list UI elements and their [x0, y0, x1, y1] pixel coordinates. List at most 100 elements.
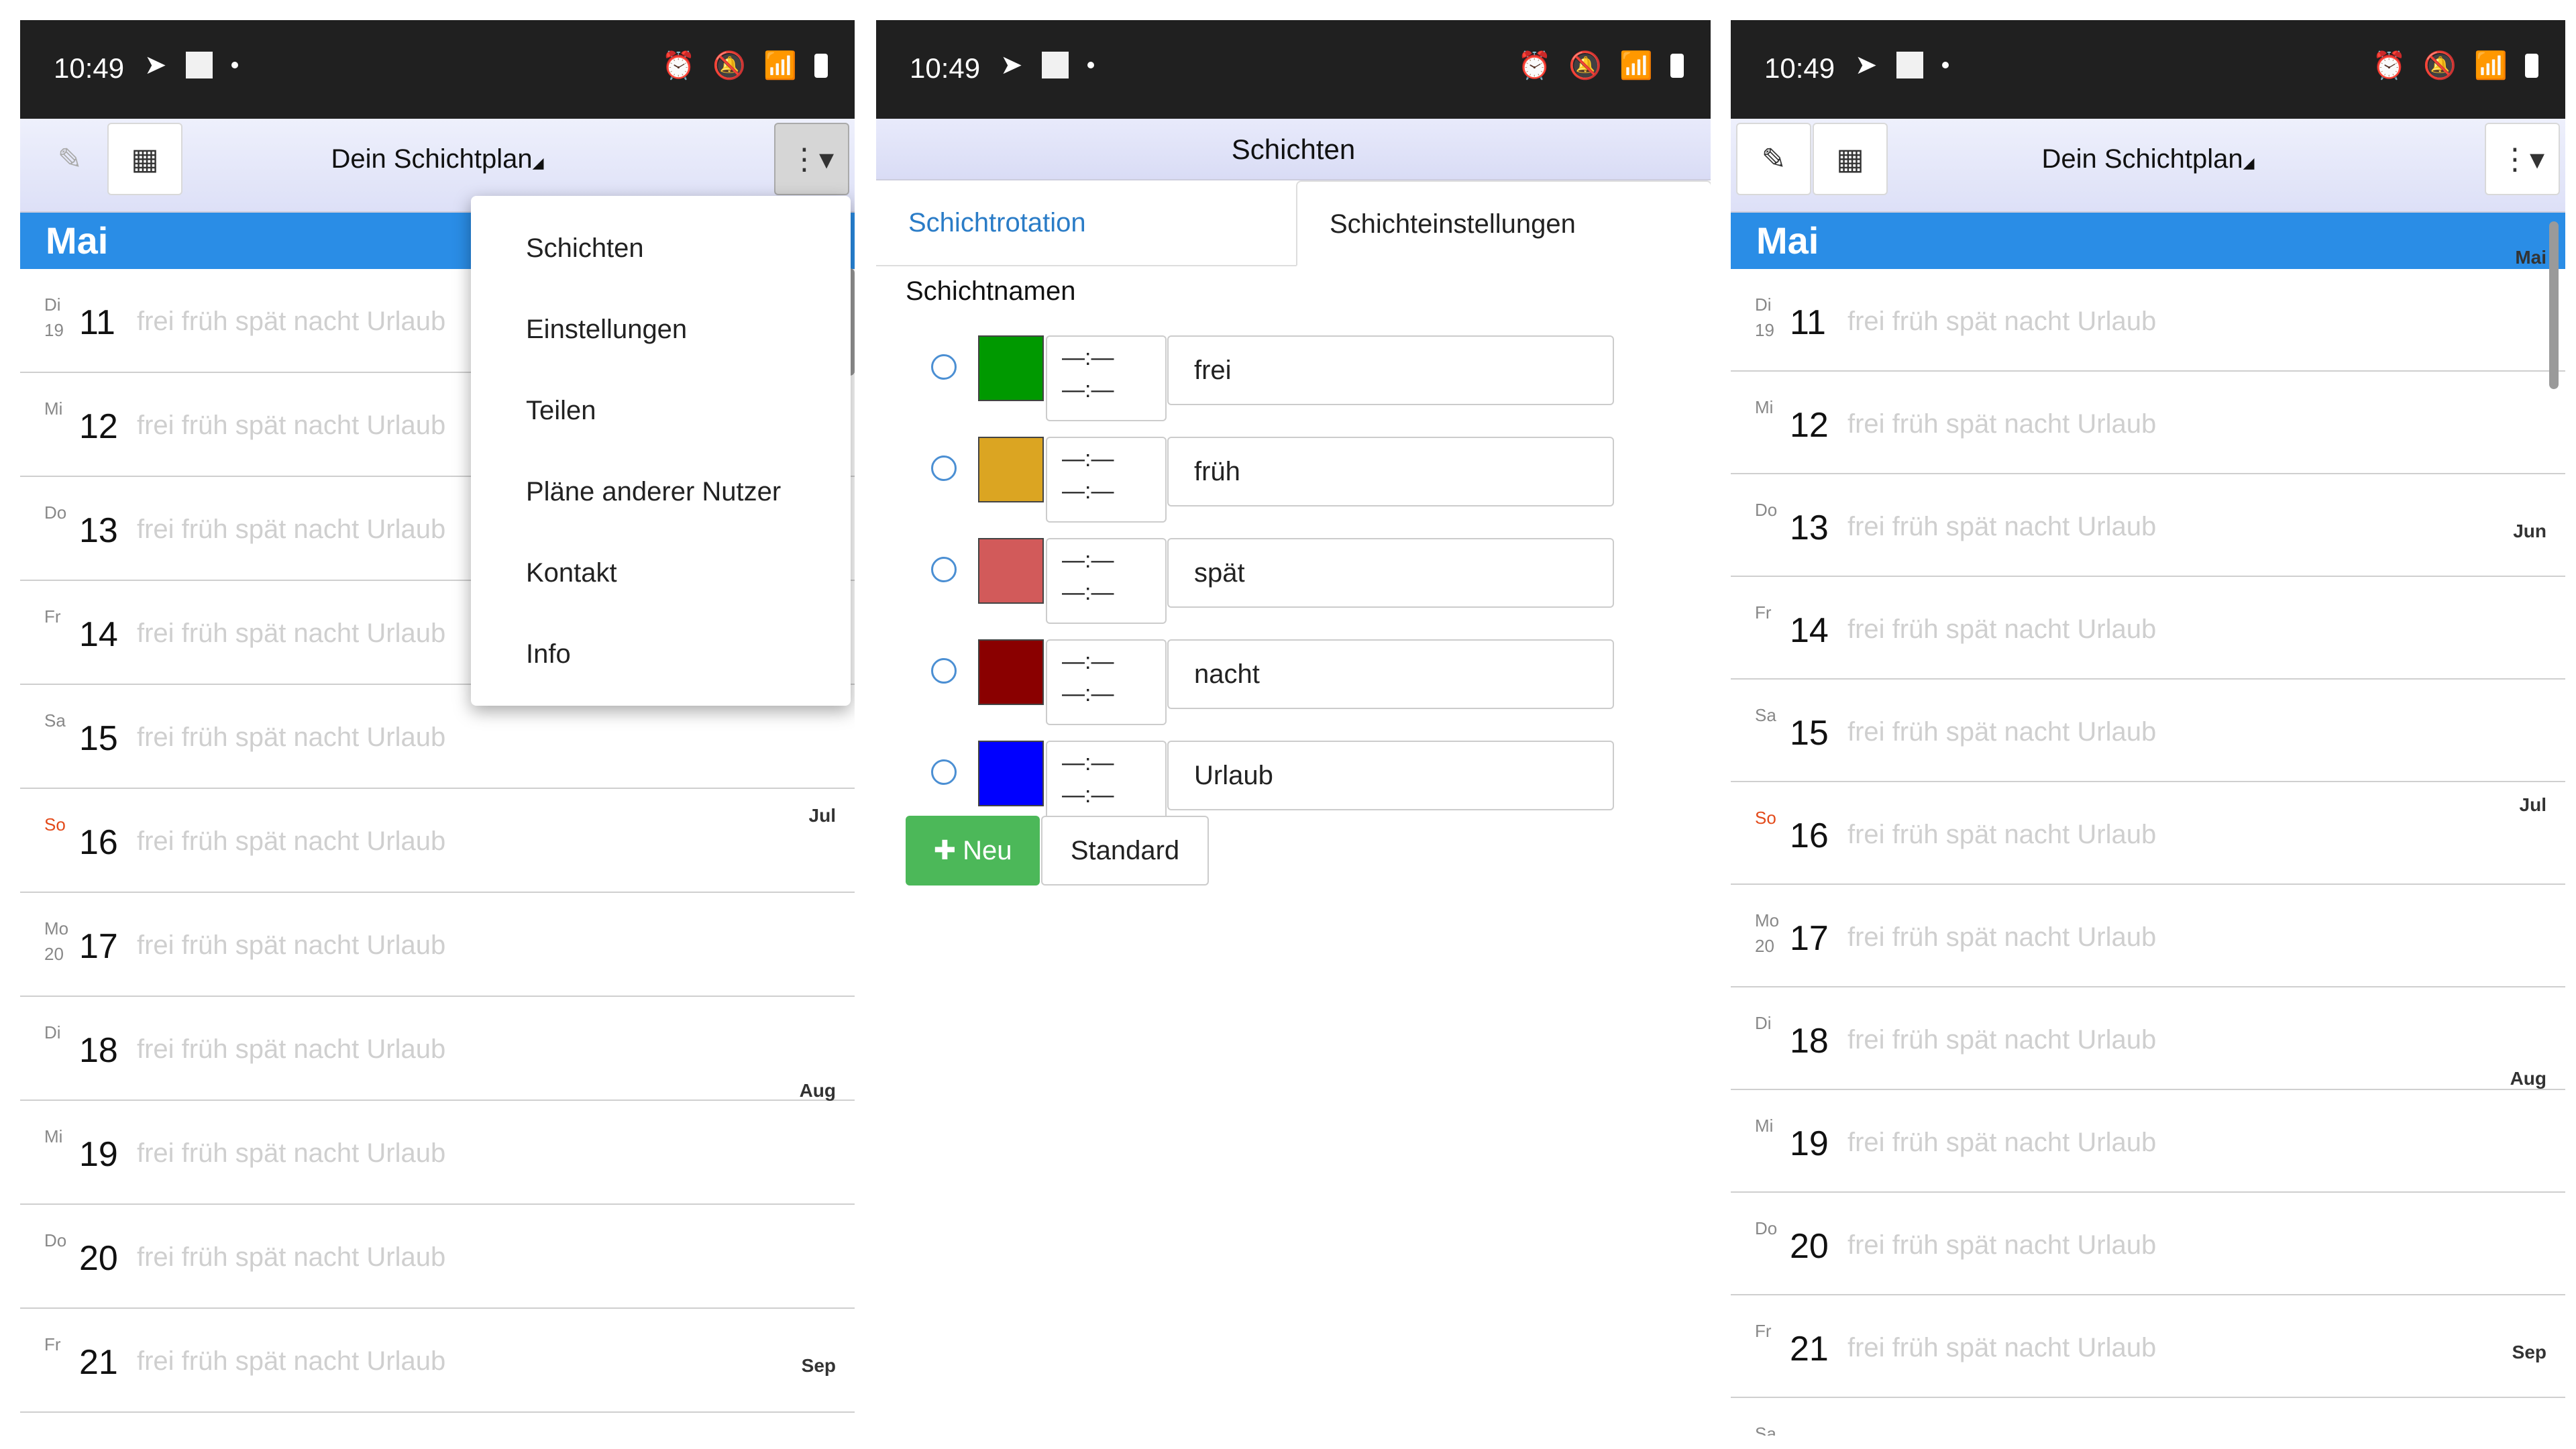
color-swatch[interactable] — [978, 639, 1044, 705]
shift-options[interactable]: frei früh spät nacht Urlaub — [1847, 1128, 2156, 1158]
notification-square-icon — [1041, 52, 1069, 78]
day-row[interactable]: Sa 15 frei früh spät nacht Urlaub — [1731, 680, 2565, 782]
shift-options[interactable]: frei früh spät nacht Urlaub — [1847, 1230, 2156, 1260]
day-number: 19 — [1790, 1124, 1829, 1163]
status-time: 10:49 — [1764, 52, 1835, 84]
phone-screen-schedule: 10:49 ➤ ⏰ 🔕 📶 ✎ ▦ Dein Schichtplan◢ ⋮▾ M… — [1731, 20, 2565, 1436]
weekday-label: Sa — [44, 710, 66, 731]
shift-radio[interactable] — [931, 354, 957, 380]
day-number: 14 — [79, 615, 118, 654]
shift-radio[interactable] — [931, 658, 957, 684]
color-swatch[interactable] — [978, 741, 1044, 806]
tab-schichteinstellungen[interactable]: Schichteinstellungen — [1296, 180, 1711, 266]
shift-time-picker[interactable]: —:— —:— — [1046, 741, 1167, 826]
dot-icon — [1087, 62, 1094, 68]
day-row[interactable]: Fr 21 frei früh spät nacht Urlaub — [20, 1309, 855, 1413]
shift-row: —:— —:— — [876, 639, 1711, 733]
menu-item-einstellungen[interactable]: Einstellungen — [471, 309, 851, 390]
shift-name-input[interactable] — [1167, 437, 1614, 506]
shift-options[interactable]: frei früh spät nacht Urlaub — [137, 1242, 445, 1273]
day-row[interactable]: Di 18 frei früh spät nacht Urlaub — [1731, 987, 2565, 1090]
shift-options[interactable]: frei früh spät nacht Urlaub — [1847, 307, 2156, 337]
shift-name-input[interactable] — [1167, 639, 1614, 709]
shift-options[interactable]: frei früh spät nacht Urlaub — [137, 1034, 445, 1065]
day-row[interactable]: Sa22frei früh spät nacht Urlaub — [1731, 1398, 2565, 1436]
shift-options[interactable]: frei früh spät nacht Urlaub — [137, 1138, 445, 1169]
shift-name-input[interactable] — [1167, 538, 1614, 608]
menu-item-schichten[interactable]: Schichten — [471, 228, 851, 309]
shift-options[interactable]: frei früh spät nacht Urlaub — [137, 515, 445, 545]
side-month-label: Jul — [808, 805, 836, 826]
shift-options[interactable]: frei früh spät nacht Urlaub — [1847, 409, 2156, 439]
day-row[interactable]: So 16 frei früh spät nacht Urlaub — [1731, 782, 2565, 885]
shift-time-picker[interactable]: —:— —:— — [1046, 538, 1167, 624]
shift-options[interactable]: frei früh spät nacht Urlaub — [137, 307, 445, 337]
shift-options[interactable]: frei früh spät nacht Urlaub — [1847, 512, 2156, 542]
color-swatch[interactable] — [978, 437, 1044, 502]
day-row[interactable]: So 16 frei früh spät nacht Urlaub — [20, 789, 855, 893]
day-row[interactable]: Mi 19 frei früh spät nacht Urlaub — [1731, 1090, 2565, 1193]
weekday-label: So — [1755, 808, 1776, 828]
end-time: —:— — [1062, 681, 1114, 706]
shift-options[interactable]: frei früh spät nacht Urlaub — [137, 930, 445, 961]
shift-options[interactable]: frei früh spät nacht Urlaub — [137, 1346, 445, 1377]
shift-time-picker[interactable]: —:— —:— — [1046, 639, 1167, 725]
color-swatch[interactable] — [978, 538, 1044, 604]
shift-options[interactable]: frei früh spät nacht Urlaub — [1847, 717, 2156, 747]
shift-radio[interactable] — [931, 455, 957, 481]
shift-options[interactable]: frei früh spät nacht Urlaub — [137, 619, 445, 649]
menu-item-teilen[interactable]: Teilen — [471, 390, 851, 472]
day-row[interactable]: Mi 12 frei früh spät nacht Urlaub — [1731, 372, 2565, 474]
shift-options[interactable]: frei früh spät nacht Urlaub — [137, 411, 445, 441]
day-number: 11 — [79, 303, 115, 342]
dot-icon — [1941, 62, 1949, 68]
menu-item-info[interactable]: Info — [471, 634, 851, 715]
new-shift-button[interactable]: ✚ Neu — [906, 816, 1040, 885]
shift-options[interactable]: frei früh spät nacht Urlaub — [1847, 820, 2156, 850]
battery-icon — [1670, 53, 1684, 78]
shift-options[interactable]: frei früh spät nacht Urlaub — [1847, 614, 2156, 645]
page-title[interactable]: Dein Schichtplan◢ — [1731, 144, 2565, 174]
weekday-label: Do — [44, 1230, 67, 1250]
weekday-label: Mo — [1755, 910, 1780, 930]
weekday-label: Fr — [1755, 602, 1772, 623]
shift-time-picker[interactable]: —:— —:— — [1046, 437, 1167, 523]
shift-options[interactable]: frei früh spät nacht Urlaub — [1847, 1333, 2156, 1363]
day-number: 18 — [79, 1031, 118, 1070]
tab-schichtrotation[interactable]: Schichtrotation — [876, 180, 1296, 266]
day-row[interactable]: Di 18 frei früh spät nacht Urlaub — [20, 997, 855, 1101]
shift-options[interactable]: frei früh spät nacht Urlaub — [1847, 922, 2156, 953]
day-row[interactable]: Fr 21 frei früh spät nacht Urlaub — [1731, 1295, 2565, 1398]
day-row[interactable]: Fr 14 frei früh spät nacht Urlaub — [1731, 577, 2565, 680]
day-row[interactable]: Do 13 frei früh spät nacht Urlaub — [1731, 474, 2565, 577]
battery-icon — [2525, 53, 2538, 78]
weekday-label: So — [44, 814, 66, 835]
menu-item-kontakt[interactable]: Kontakt — [471, 553, 851, 634]
shift-options[interactable]: frei früh spät nacht Urlaub — [137, 722, 445, 753]
shift-options[interactable]: frei früh spät nacht Urlaub — [1847, 1025, 2156, 1055]
day-row[interactable]: Di 19 11 frei früh spät nacht Urlaub — [1731, 269, 2565, 372]
day-row[interactable]: Do 20 frei früh spät nacht Urlaub — [1731, 1193, 2565, 1295]
status-time: 10:49 — [54, 52, 125, 84]
shift-radio[interactable] — [931, 759, 957, 785]
shift-radio[interactable] — [931, 557, 957, 582]
wifi-icon: 📶 — [763, 51, 797, 80]
scrollbar[interactable] — [2549, 221, 2559, 389]
day-row[interactable]: Mi 19 frei früh spät nacht Urlaub — [20, 1101, 855, 1205]
day-row[interactable]: Do 20 frei früh spät nacht Urlaub — [20, 1205, 855, 1309]
day-row[interactable]: Mo 20 17 frei früh spät nacht Urlaub — [1731, 885, 2565, 987]
shift-options[interactable]: frei früh spät nacht Urlaub — [137, 826, 445, 857]
shift-name-input[interactable] — [1167, 335, 1614, 405]
side-month-label: Sep — [2512, 1342, 2546, 1362]
day-row[interactable]: Mo 20 17 frei früh spät nacht Urlaub — [20, 893, 855, 997]
phone-screen-schedule-menu: 10:49 ➤ ⏰ 🔕 📶 ✎ ▦ Dein Schichtplan◢ ⋮▾ M… — [20, 20, 855, 1436]
menu-button[interactable]: ⋮▾ — [2485, 123, 2560, 195]
shift-name-input[interactable] — [1167, 741, 1614, 810]
color-swatch[interactable] — [978, 335, 1044, 401]
page-title[interactable]: Dein Schichtplan◢ — [20, 144, 855, 174]
default-button[interactable]: Standard — [1041, 816, 1209, 885]
weekday-label: Mo — [44, 918, 69, 938]
shift-time-picker[interactable]: —:— —:— — [1046, 335, 1167, 421]
menu-item-plaene-anderer-nutzer[interactable]: Pläne anderer Nutzer — [471, 472, 851, 553]
menu-button[interactable]: ⋮▾ — [774, 123, 849, 195]
